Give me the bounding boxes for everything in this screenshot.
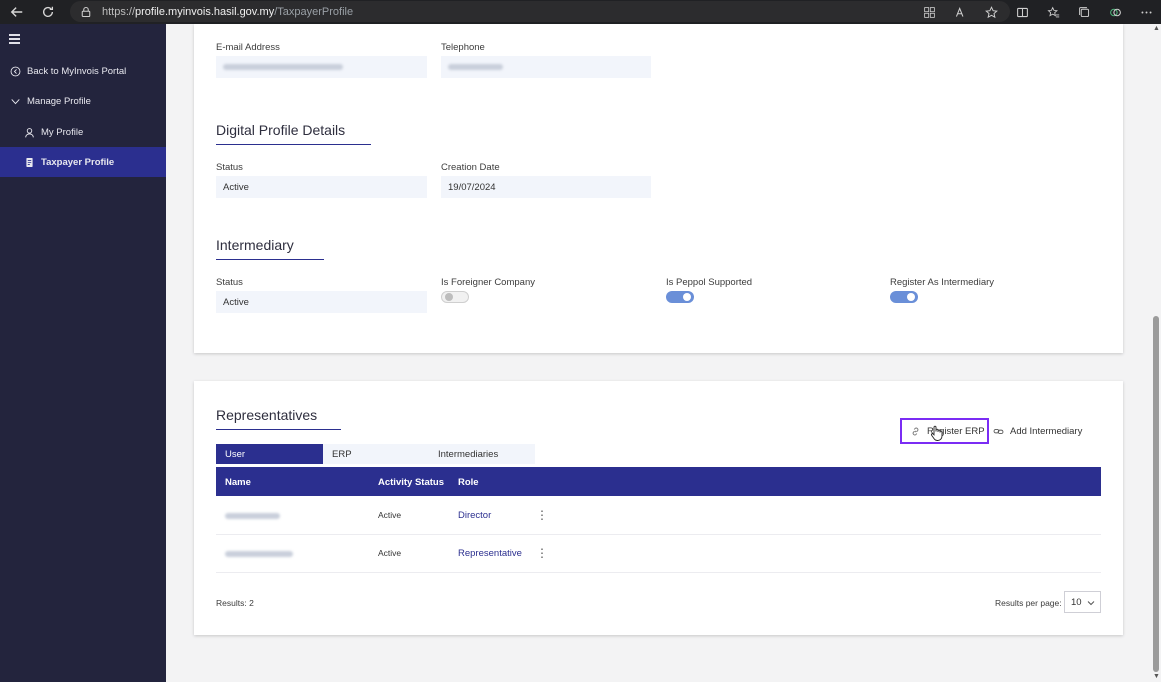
favorites-icon[interactable] bbox=[1045, 4, 1062, 21]
foreigner-company-label: Is Foreigner Company bbox=[441, 277, 535, 288]
scroll-down-icon[interactable]: ▼ bbox=[1153, 673, 1160, 680]
link-icon bbox=[912, 427, 919, 435]
favorite-star-icon[interactable] bbox=[983, 4, 1000, 21]
creation-date-field: 19/07/2024 bbox=[441, 176, 651, 198]
table-row: Active Director ⋮ bbox=[216, 496, 1101, 534]
browser-toolbar: https://profile.myinvois.hasil.gov.my/Ta… bbox=[0, 0, 1161, 24]
peppol-supported-toggle[interactable] bbox=[666, 291, 694, 303]
scrollbar-thumb[interactable] bbox=[1153, 316, 1159, 672]
lock-icon bbox=[81, 6, 91, 17]
sidebar-item-taxpayer-profile[interactable]: Taxpayer Profile bbox=[0, 147, 166, 177]
table-row: Active Representative ⋮ bbox=[216, 534, 1101, 572]
chain-link-icon bbox=[993, 428, 1004, 434]
tab-erp[interactable]: ERP bbox=[323, 444, 429, 464]
sidebar-item-label: Manage Profile bbox=[27, 95, 91, 107]
refresh-icon[interactable] bbox=[36, 0, 60, 24]
back-arrow-icon[interactable] bbox=[5, 0, 29, 24]
intermediary-title: Intermediary bbox=[216, 237, 324, 260]
scroll-up-icon[interactable]: ▲ bbox=[1153, 25, 1160, 32]
dp-status-field: Active bbox=[216, 176, 427, 198]
telephone-field bbox=[441, 56, 651, 78]
results-per-page-select[interactable]: 10 bbox=[1064, 591, 1101, 613]
column-header-name[interactable]: Name bbox=[225, 477, 251, 488]
chevron-down-icon bbox=[9, 95, 21, 107]
results-per-page-label: Results per page: bbox=[995, 598, 1062, 608]
more-menu-icon[interactable] bbox=[1138, 4, 1155, 21]
row-role: Director bbox=[458, 510, 492, 521]
chevron-down-icon bbox=[1087, 601, 1095, 606]
telephone-label: Telephone bbox=[441, 42, 485, 53]
tab-intermediaries[interactable]: Intermediaries bbox=[429, 444, 535, 464]
intermediary-status-field: Active bbox=[216, 291, 427, 313]
sidebar-item-label: Back to MyInvois Portal bbox=[27, 65, 127, 77]
hand-cursor-icon bbox=[930, 425, 943, 441]
email-field bbox=[216, 56, 427, 78]
sidebar-item-label: My Profile bbox=[41, 126, 84, 138]
url-path: /TaxpayerProfile bbox=[274, 5, 354, 18]
page-scrollbar[interactable]: ▲ ▼ bbox=[1151, 24, 1161, 682]
sidebar: Back to MyInvois Portal Manage Profile M… bbox=[0, 24, 166, 682]
user-icon bbox=[23, 126, 35, 138]
sidebar-item-back-to-portal[interactable]: Back to MyInvois Portal bbox=[0, 56, 166, 86]
register-intermediary-label: Register As Intermediary bbox=[890, 277, 995, 288]
digital-profile-title: Digital Profile Details bbox=[216, 122, 371, 145]
apps-icon[interactable] bbox=[921, 4, 938, 21]
column-header-role[interactable]: Role bbox=[458, 477, 479, 488]
url-prefix: https:// bbox=[102, 5, 136, 18]
document-icon bbox=[23, 156, 35, 168]
register-erp-button[interactable]: Register ERP bbox=[900, 418, 989, 444]
read-aloud-icon[interactable] bbox=[952, 4, 969, 21]
row-activity-status: Active bbox=[378, 510, 402, 520]
creation-date-label: Creation Date bbox=[441, 162, 500, 173]
register-intermediary-toggle[interactable] bbox=[890, 291, 918, 303]
arrow-circle-left-icon bbox=[9, 65, 21, 77]
collections-icon[interactable] bbox=[1076, 4, 1093, 21]
row-activity-status: Active bbox=[378, 548, 402, 558]
column-header-activity-status[interactable]: Activity Status bbox=[378, 477, 444, 488]
sidebar-item-label: Taxpayer Profile bbox=[41, 156, 115, 168]
row-more-options-icon[interactable]: ⋮ bbox=[536, 547, 548, 559]
row-name-redacted bbox=[225, 549, 293, 560]
row-more-options-icon[interactable]: ⋮ bbox=[536, 509, 548, 521]
representatives-title: Representatives bbox=[216, 407, 341, 430]
peppol-supported-label: Is Peppol Supported bbox=[666, 277, 753, 288]
dp-status-label: Status bbox=[216, 162, 243, 173]
row-name-redacted bbox=[225, 511, 280, 522]
sidebar-item-manage-profile[interactable]: Manage Profile bbox=[0, 86, 166, 116]
row-role: Representative bbox=[458, 548, 522, 559]
tab-user[interactable]: User bbox=[216, 444, 323, 464]
address-bar[interactable]: https://profile.myinvois.hasil.gov.my/Ta… bbox=[70, 1, 1010, 22]
representatives-table-header: Name Activity Status Role bbox=[216, 467, 1101, 496]
add-intermediary-label: Add Intermediary bbox=[1010, 425, 1083, 437]
copilot-icon[interactable] bbox=[1107, 4, 1124, 21]
hamburger-menu-icon[interactable] bbox=[9, 34, 20, 44]
split-screen-icon[interactable] bbox=[1014, 4, 1031, 21]
sidebar-item-my-profile[interactable]: My Profile bbox=[0, 117, 166, 147]
results-count: Results: 2 bbox=[216, 598, 254, 608]
row-divider bbox=[216, 572, 1101, 573]
results-per-page-value: 10 bbox=[1071, 596, 1082, 608]
email-label: E-mail Address bbox=[216, 42, 280, 53]
url-domain: profile.myinvois.hasil.gov.my bbox=[135, 5, 275, 18]
add-intermediary-button[interactable]: Add Intermediary bbox=[993, 418, 1093, 444]
foreigner-company-toggle[interactable] bbox=[441, 291, 469, 303]
intermediary-status-label: Status bbox=[216, 277, 243, 288]
